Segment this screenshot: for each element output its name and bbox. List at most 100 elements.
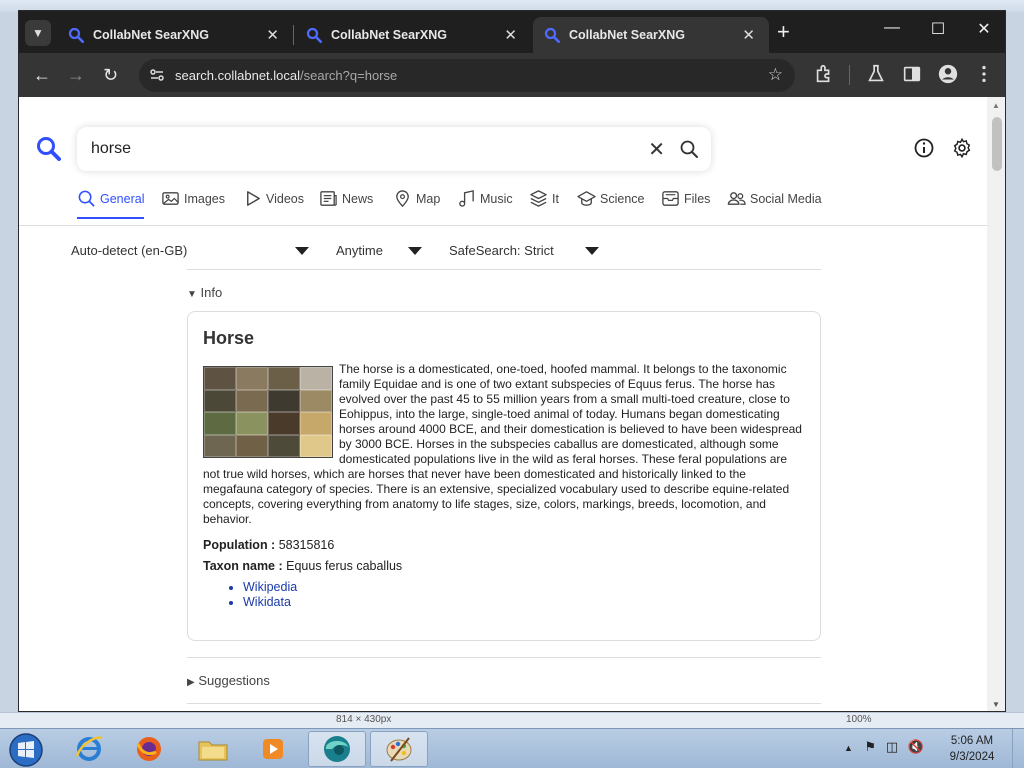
address-bar[interactable]: search.collabnet.local/search?q=horse ☆ [139, 59, 795, 92]
extensions-icon[interactable] [813, 63, 835, 85]
info-icon[interactable] [913, 137, 935, 159]
time-range-select[interactable]: Anytime [336, 243, 422, 258]
tab-2[interactable]: CollabNet SearXNG ✕ [295, 17, 531, 53]
paint-palette-icon [386, 737, 412, 762]
searxng-favicon-icon [306, 27, 323, 44]
searxng-logo-icon[interactable] [35, 135, 61, 161]
tab-map[interactable]: Map [393, 189, 440, 219]
scroll-down-arrow-icon[interactable]: ▼ [992, 700, 1000, 709]
infobox-title: Horse [203, 328, 255, 348]
infobox-description-container: The horse is a domesticated, one-toed, h… [203, 362, 803, 527]
searxng-favicon-icon [544, 27, 561, 44]
attribute-label: Taxon name : [203, 559, 283, 573]
profile-avatar-icon[interactable] [937, 63, 959, 85]
close-tab-icon[interactable]: ✕ [742, 26, 755, 44]
system-tray: ▲ ⚑ ◫ 🔇 [844, 739, 924, 755]
tab-label: Music [480, 192, 513, 206]
image-icon [162, 192, 179, 205]
url-path: /search?q=horse [300, 68, 398, 83]
media-player-taskbar-button[interactable] [244, 731, 302, 767]
page-scrollbar[interactable]: ▲ ▼ [987, 97, 1005, 711]
tab-it[interactable]: It [529, 189, 559, 219]
tab-social-media[interactable]: Social Media [727, 189, 822, 219]
volume-muted-icon[interactable]: 🔇 [908, 739, 924, 754]
show-desktop-button[interactable] [1012, 729, 1024, 768]
attribute-taxon-name: Taxon name : Equus ferus caballus [203, 559, 402, 573]
minimize-button[interactable]: — [877, 19, 907, 37]
tab-1[interactable]: CollabNet SearXNG ✕ [57, 17, 293, 53]
expanded-triangle-icon: ▼ [187, 289, 197, 300]
info-toggle-label: Info [200, 285, 223, 300]
tab-label: Social Media [750, 192, 822, 206]
internet-explorer-taskbar-button[interactable] [60, 731, 118, 767]
search-input[interactable]: horse [91, 140, 131, 158]
scrollbar-thumb[interactable] [992, 117, 1002, 171]
side-panel-icon[interactable] [901, 63, 923, 85]
filters-divider [187, 269, 821, 270]
language-select[interactable]: Auto-detect (en-GB) [71, 243, 309, 258]
chevron-down-icon [295, 247, 309, 255]
tab-search-button[interactable]: ▼ [25, 20, 51, 46]
show-hidden-icons-icon[interactable]: ▲ [844, 743, 853, 753]
reload-button[interactable]: ↻ [103, 65, 118, 86]
search-submit-icon[interactable] [679, 139, 699, 159]
labs-flask-icon[interactable] [865, 63, 887, 85]
bookmark-star-icon[interactable]: ☆ [768, 65, 783, 85]
firefox-icon [136, 737, 161, 761]
firefox-taskbar-button[interactable] [120, 731, 178, 767]
image-float-spacer [203, 362, 339, 458]
start-button-icon[interactable] [8, 732, 44, 768]
paint-zoom-level: 100% [846, 714, 872, 725]
tab-news[interactable]: News [319, 189, 373, 219]
collapsed-triangle-icon: ▶ [187, 677, 195, 688]
clock-time: 5:06 AM [950, 735, 994, 747]
tab-3-active[interactable]: CollabNet SearXNG ✕ [533, 17, 769, 53]
search-icon [78, 190, 95, 207]
tab-files[interactable]: Files [661, 189, 710, 219]
tab-label: Science [600, 192, 645, 206]
chevron-down-icon [585, 247, 599, 255]
forward-button[interactable]: → [67, 65, 85, 86]
suggestions-toggle[interactable]: ▶ Suggestions [187, 673, 270, 688]
infobox-card: Horse The horse is a domesticated, one-t… [187, 311, 821, 641]
info-toggle[interactable]: ▼ Info [187, 285, 222, 300]
wikidata-link[interactable]: Wikidata [243, 595, 297, 610]
language-select-value: Auto-detect (en-GB) [71, 243, 188, 258]
maximize-button[interactable]: ☐ [923, 19, 953, 39]
system-clock[interactable]: 5:06 AM 9/3/2024 [942, 733, 1002, 765]
settings-gear-icon[interactable] [951, 137, 973, 159]
file-explorer-taskbar-button[interactable] [184, 731, 242, 767]
tab-general[interactable]: General [77, 189, 145, 219]
scroll-up-arrow-icon[interactable]: ▲ [992, 101, 1000, 110]
new-tab-button[interactable]: + [777, 19, 790, 45]
close-tab-icon[interactable]: ✕ [266, 26, 279, 44]
time-range-value: Anytime [336, 243, 383, 258]
suggestions-divider-top [187, 657, 821, 658]
menu-kebab-icon[interactable] [973, 63, 995, 85]
back-button[interactable]: ← [33, 65, 51, 86]
searxng-favicon-icon [68, 27, 85, 44]
clock-date: 9/3/2024 [949, 751, 995, 763]
search-box[interactable]: horse ✕ [77, 127, 711, 171]
background-paint-statusbar: 814 × 430px 100% [0, 712, 1024, 728]
tab-science[interactable]: Science [577, 189, 644, 219]
chevron-down-icon [408, 247, 422, 255]
safesearch-select[interactable]: SafeSearch: Strict [449, 243, 599, 258]
site-info-icon[interactable] [149, 67, 165, 83]
searxng-results-page: horse ✕ General Images Videos News Map M… [19, 97, 989, 711]
toolbar-separator [849, 65, 850, 85]
browser-taskbar-button[interactable] [308, 731, 366, 767]
paint-taskbar-button[interactable] [370, 731, 428, 767]
close-window-button[interactable]: ✕ [969, 19, 999, 39]
folder-icon [198, 741, 228, 761]
action-center-flag-icon[interactable]: ⚑ [865, 739, 877, 754]
close-tab-icon[interactable]: ✕ [504, 26, 517, 44]
wikipedia-link[interactable]: Wikipedia [243, 580, 297, 595]
people-icon [727, 192, 746, 205]
tab-videos[interactable]: Videos [243, 189, 304, 219]
tab-images[interactable]: Images [161, 189, 225, 219]
tab-music[interactable]: Music [457, 189, 513, 219]
clear-search-icon[interactable]: ✕ [648, 137, 665, 162]
network-icon[interactable]: ◫ [886, 739, 898, 754]
tab-separator [293, 25, 294, 45]
